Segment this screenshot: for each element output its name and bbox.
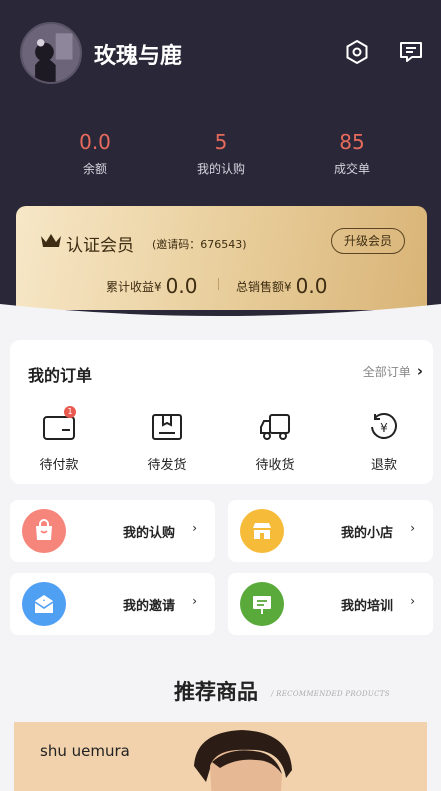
- username: 玫瑰与鹿: [94, 44, 183, 69]
- order-pending-payment[interactable]: 1 待付款: [24, 406, 94, 473]
- training-icon: [240, 582, 284, 626]
- recommend-subtitle: / RECOMMENDED PRODUCTS: [271, 690, 390, 698]
- invite-code: (邀请码：676543): [152, 238, 247, 251]
- orders-panel: 我的订单 全部订单 › 1 待付款 待发货 待收货 ¥ 退款: [10, 340, 433, 484]
- shopping-bag-icon: [22, 509, 66, 553]
- tile-my-store[interactable]: 我的小店 ›: [228, 500, 433, 562]
- orders-title: 我的订单: [28, 366, 93, 385]
- all-orders-label: 全部订单: [362, 365, 411, 379]
- store-icon: [240, 509, 284, 553]
- avatar[interactable]: [20, 22, 82, 84]
- chevron-right-icon: ›: [192, 594, 197, 608]
- crown-icon: [41, 234, 61, 247]
- chevron-right-icon: ›: [410, 521, 415, 535]
- header-curve: [0, 304, 441, 338]
- order-awaiting-receipt[interactable]: 待收货: [240, 412, 310, 473]
- order-label: 待付款: [39, 458, 79, 473]
- box-icon: [152, 414, 182, 440]
- refund-icon: ¥: [371, 413, 397, 439]
- chevron-right-icon: ›: [416, 362, 423, 380]
- tile-my-subscriptions[interactable]: 我的认购 ›: [10, 500, 215, 562]
- tile-label: 我的认购: [122, 526, 175, 541]
- chevron-right-icon: ›: [192, 521, 197, 535]
- svg-text:¥: ¥: [380, 421, 388, 435]
- member-title: 认证会员: [66, 236, 134, 256]
- order-label: 退款: [370, 458, 397, 473]
- order-awaiting-shipment[interactable]: 待发货: [132, 412, 202, 473]
- tile-my-training[interactable]: 我的培训 ›: [228, 573, 433, 635]
- avatar-image: [22, 24, 80, 82]
- stat-deals[interactable]: 85 成交单: [297, 130, 407, 177]
- order-label: 待发货: [147, 458, 187, 473]
- stat-label: 余额: [82, 162, 107, 176]
- chevron-right-icon: ›: [410, 594, 415, 608]
- stat-value: 5: [214, 130, 228, 154]
- tile-label: 我的小店: [340, 526, 393, 541]
- stat-value: 85: [339, 130, 365, 154]
- order-label: 待收货: [255, 458, 295, 473]
- truck-icon: [260, 414, 290, 440]
- tile-my-invitations[interactable]: 我的邀请 ›: [10, 573, 215, 635]
- stat-subscriptions[interactable]: 5 我的认购: [166, 130, 276, 177]
- message-icon[interactable]: [397, 38, 425, 66]
- stat-value: 0.0: [79, 130, 111, 154]
- brand-name: shu uemura: [40, 742, 130, 760]
- stat-label: 我的认购: [196, 162, 245, 176]
- settings-icon[interactable]: [343, 38, 371, 66]
- order-refund[interactable]: ¥ 退款: [349, 412, 419, 473]
- all-orders-link[interactable]: 全部订单 ›: [363, 362, 423, 380]
- tile-label: 我的邀请: [122, 599, 175, 614]
- model-photo: [194, 730, 292, 791]
- product-banner[interactable]: shu uemura: [14, 722, 427, 791]
- stat-label: 成交单: [333, 162, 370, 176]
- stat-balance[interactable]: 0.0 余额: [40, 130, 150, 177]
- recommend-title: 推荐商品: [174, 679, 258, 704]
- envelope-icon: [22, 582, 66, 626]
- badge-count: 1: [64, 406, 76, 418]
- upgrade-member-button[interactable]: 升级会员: [330, 228, 405, 254]
- tile-label: 我的培训: [340, 599, 393, 614]
